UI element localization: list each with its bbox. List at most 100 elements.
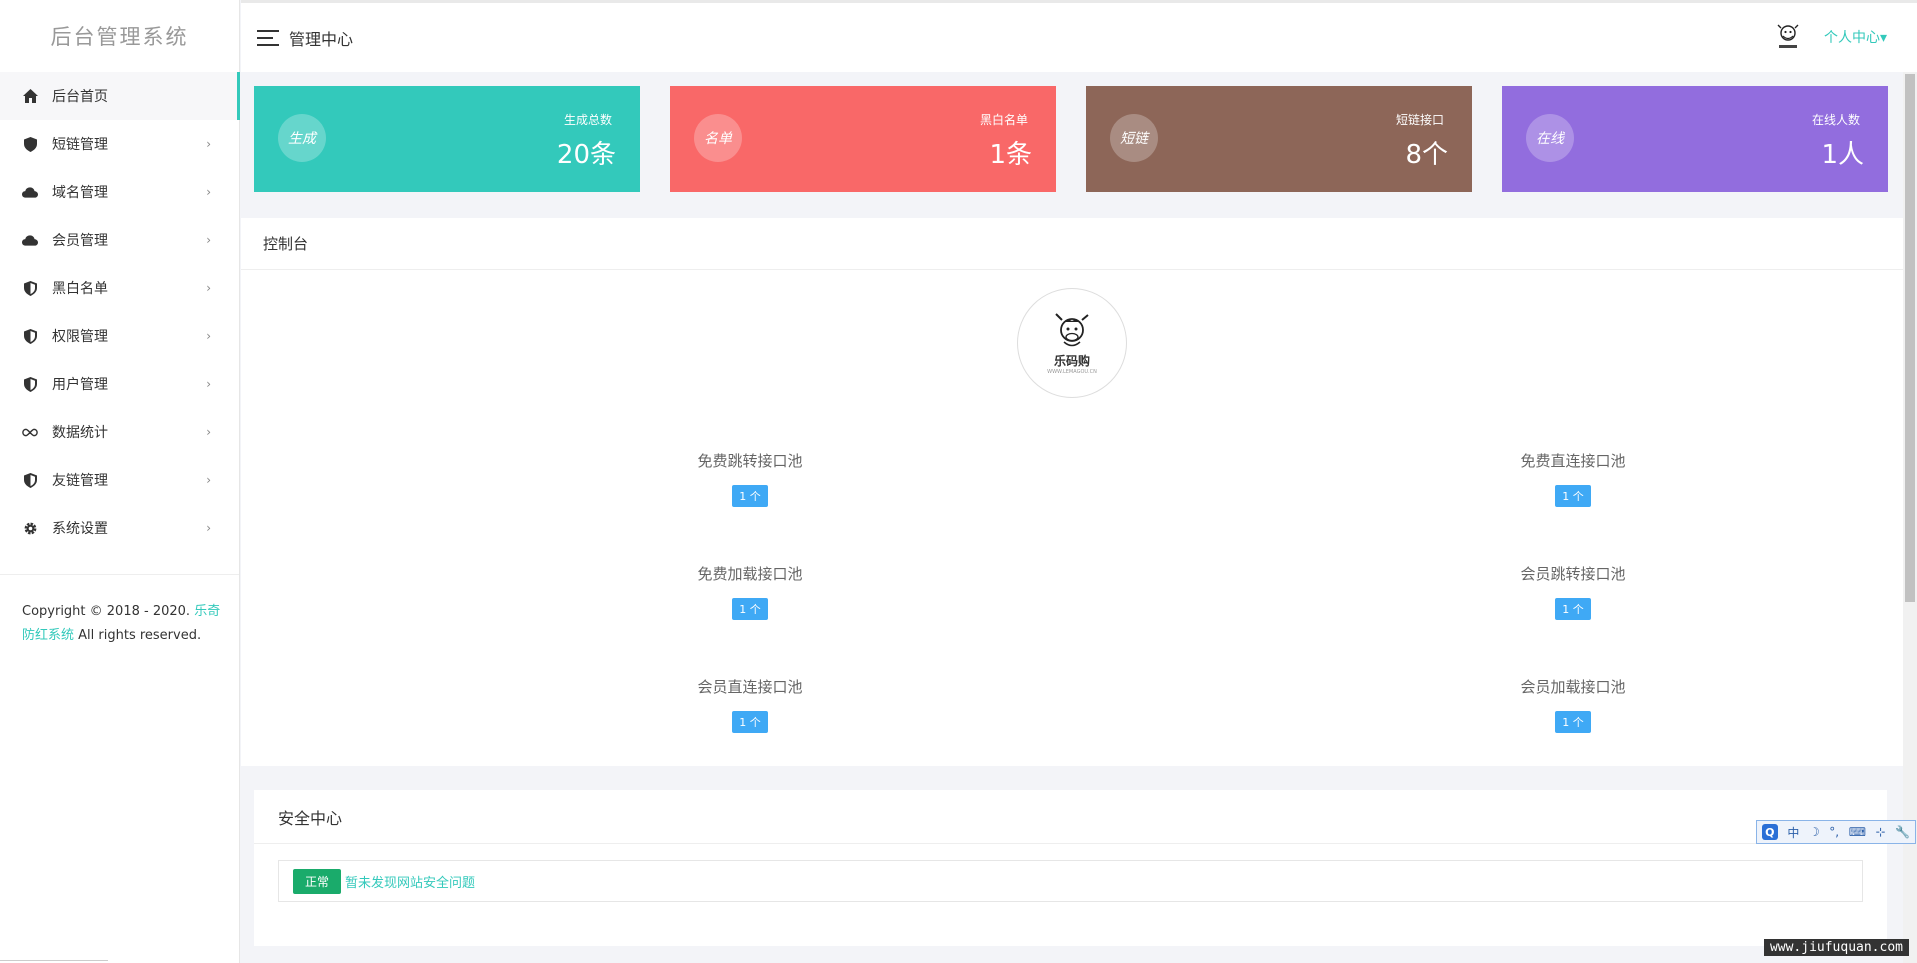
stat-card-online: 在线 在线人数 1人	[1502, 86, 1888, 192]
pool-free-redirect: 免费跳转接口池 1 个	[600, 450, 900, 507]
shield-icon	[22, 136, 38, 152]
sidebar: 后台管理系统 后台首页 短链管理 › 域名管理 › 会员管理 › 黑白名单 ›	[0, 0, 240, 963]
sidebar-item-label: 系统设置	[52, 521, 108, 537]
brand-title: 后台管理系统	[50, 25, 189, 49]
ime-keyboard-icon[interactable]: ⌨	[1849, 825, 1866, 839]
home-icon	[22, 88, 38, 104]
pool-free-direct: 免费直连接口池 1 个	[1423, 450, 1723, 507]
pool-name: 免费加载接口池	[697, 565, 803, 583]
chevron-right-icon: ›	[206, 281, 211, 295]
ime-settings-icon[interactable]: 🔧	[1895, 825, 1910, 839]
pool-count-badge: 1 个	[732, 598, 768, 620]
user-area: 个人中心▾	[1771, 21, 1887, 53]
logo-name: 乐码购	[1053, 353, 1090, 368]
sidebar-item-label: 域名管理	[52, 185, 108, 201]
pool-count-badge: 1 个	[1555, 485, 1591, 507]
stat-card-label: 生成总数	[563, 113, 612, 127]
stat-card-value: 1人	[1821, 140, 1864, 170]
sidebar-item-friendlinks[interactable]: 友链管理 ›	[0, 456, 239, 504]
sidebar-item-label: 友链管理	[52, 473, 108, 489]
page-title: 管理中心	[289, 29, 354, 49]
pool-member-direct: 会员直连接口池 1 个	[600, 676, 900, 733]
ime-split-icon[interactable]: ⊹	[1876, 825, 1886, 839]
sidebar-item-label: 短链管理	[52, 137, 108, 153]
stat-card-circle: 生成	[278, 114, 326, 162]
site-logo: 乐码购 WWW.LEMAGOU.CN	[1017, 288, 1127, 398]
stat-card-value: 8个	[1405, 140, 1448, 170]
copyright-prefix: Copyright © 2018 - 2020.	[22, 604, 195, 619]
sidebar-item-settings[interactable]: 系统设置 ›	[0, 504, 239, 552]
ime-chinese-mode[interactable]: 中	[1787, 824, 1799, 841]
gear-icon	[22, 520, 38, 536]
copyright-suffix: All rights reserved.	[74, 628, 202, 643]
sidebar-item-label: 黑白名单	[52, 281, 108, 297]
infinity-icon	[22, 424, 38, 440]
pool-count-badge: 1 个	[1555, 598, 1591, 620]
console-title: 控制台	[241, 218, 1903, 270]
console-panel: 控制台 乐码购 WWW.LEMAGOU.CN 免费跳转接口池 1 个 免费直连接…	[241, 218, 1903, 766]
user-center-dropdown[interactable]: 个人中心▾	[1824, 27, 1887, 47]
menu-toggle-icon[interactable]	[257, 29, 279, 46]
sidebar-item-permissions[interactable]: 权限管理 ›	[0, 312, 239, 360]
chevron-right-icon: ›	[206, 329, 211, 343]
chevron-right-icon: ›	[206, 425, 211, 439]
topbar: 管理中心 个人中心▾	[241, 0, 1917, 72]
sidebar-item-label: 后台首页	[52, 89, 108, 105]
ime-logo-icon[interactable]: Q	[1761, 824, 1778, 840]
pool-count-badge: 1 个	[732, 711, 768, 733]
ime-punctuation-icon[interactable]: °,	[1829, 825, 1839, 839]
shield-half-icon	[22, 280, 38, 296]
scrollbar-thumb[interactable]	[1905, 74, 1915, 602]
chevron-right-icon: ›	[206, 233, 211, 247]
pool-free-load: 免费加载接口池 1 个	[600, 563, 900, 620]
sidebar-item-home[interactable]: 后台首页	[0, 72, 240, 120]
chevron-right-icon: ›	[206, 521, 211, 535]
sidebar-item-users[interactable]: 用户管理 ›	[0, 360, 239, 408]
pool-name: 免费跳转接口池	[697, 452, 803, 470]
ime-toolbar[interactable]: Q 中 ☽ °, ⌨ ⊹ 🔧	[1756, 820, 1916, 844]
stat-card-circle: 在线	[1526, 114, 1574, 162]
shield-half-icon	[22, 328, 38, 344]
avatar[interactable]	[1771, 21, 1804, 53]
stat-cards: 生成 生成总数 20条 名单 黑白名单 1条 短链 短链接口 8个 在线 在线人…	[254, 86, 1888, 192]
stat-card-circle: 名单	[694, 114, 742, 162]
security-message: 暂未发现网站安全问题	[345, 875, 476, 891]
stat-card-label: 黑白名单	[979, 113, 1028, 127]
pool-count-badge: 1 个	[732, 485, 768, 507]
stat-card-circle: 短链	[1110, 114, 1158, 162]
status-badge: 正常	[293, 868, 342, 894]
sidebar-item-shortlink[interactable]: 短链管理 ›	[0, 120, 239, 168]
pool-member-load: 会员加载接口池 1 个	[1423, 676, 1723, 733]
stat-card-shortlink-api: 短链 短链接口 8个	[1086, 86, 1472, 192]
cloud-icon	[22, 232, 38, 248]
ime-moon-icon[interactable]: ☽	[1809, 825, 1820, 839]
stat-card-value: 20条	[556, 140, 616, 170]
security-panel: 安全中心 正常 暂未发现网站安全问题	[254, 790, 1887, 946]
sidebar-item-members[interactable]: 会员管理 ›	[0, 216, 239, 264]
cow-logo-icon	[1055, 312, 1089, 346]
security-title: 安全中心	[254, 790, 1887, 844]
pool-member-redirect: 会员跳转接口池 1 个	[1423, 563, 1723, 620]
sidebar-item-label: 会员管理	[52, 233, 108, 249]
stat-card-label: 短链接口	[1395, 113, 1444, 127]
shield-half-icon	[22, 472, 38, 488]
sidebar-item-statistics[interactable]: 数据统计 ›	[0, 408, 239, 456]
chevron-right-icon: ›	[206, 377, 211, 391]
logo-subtitle: WWW.LEMAGOU.CN	[1047, 368, 1097, 375]
pool-count-badge: 1 个	[1555, 711, 1591, 733]
sidebar-item-label: 权限管理	[52, 329, 108, 345]
stat-card-generated: 生成 生成总数 20条	[254, 86, 640, 192]
sidebar-item-label: 数据统计	[52, 425, 108, 441]
stat-card-blacklist: 名单 黑白名单 1条	[670, 86, 1056, 192]
chevron-right-icon: ›	[206, 137, 211, 151]
copyright: Copyright © 2018 - 2020. 乐奇防红系统 All righ…	[22, 600, 222, 648]
chevron-right-icon: ›	[206, 473, 211, 487]
stat-card-label: 在线人数	[1811, 113, 1860, 127]
shield-half-icon	[22, 376, 38, 392]
sidebar-divider	[0, 574, 239, 575]
pool-name: 会员加载接口池	[1520, 678, 1626, 696]
stat-card-value: 1条	[989, 140, 1032, 170]
chevron-right-icon: ›	[206, 185, 211, 199]
sidebar-item-blackwhite[interactable]: 黑白名单 ›	[0, 264, 239, 312]
sidebar-item-domain[interactable]: 域名管理 ›	[0, 168, 239, 216]
